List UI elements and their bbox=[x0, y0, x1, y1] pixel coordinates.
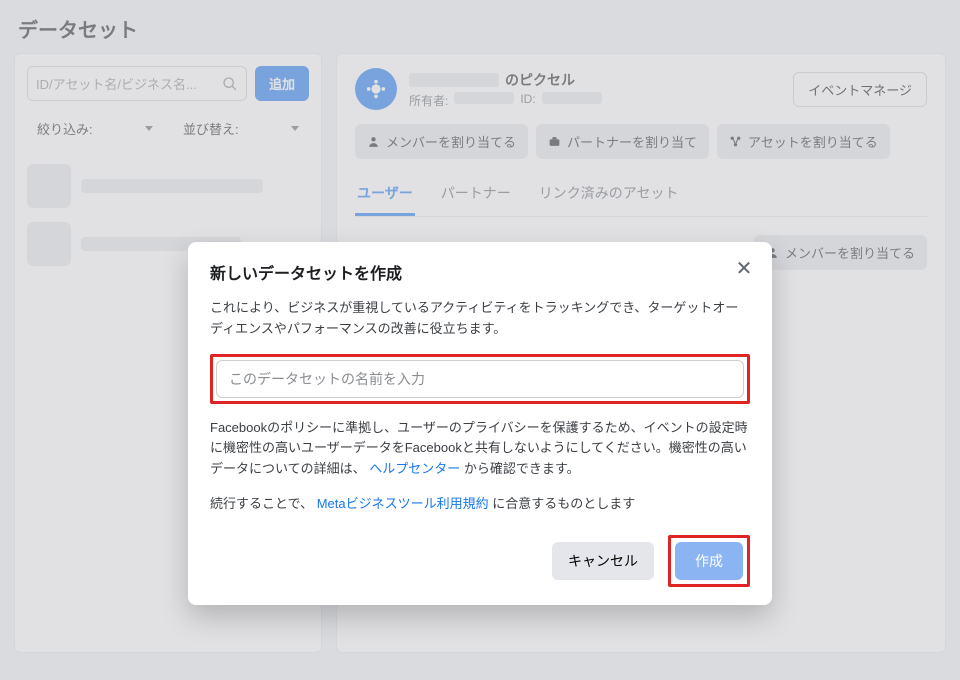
close-icon: ✕ bbox=[736, 256, 753, 281]
help-center-link[interactable]: ヘルプセンター bbox=[369, 461, 460, 476]
modal-consent: 続行することで、 Metaビジネスツール利用規約 に合意するものとします bbox=[210, 494, 750, 515]
modal-actions: キャンセル 作成 bbox=[210, 535, 750, 587]
policy-post: から確認できます。 bbox=[464, 461, 580, 476]
consent-pre: 続行することで、 bbox=[210, 496, 313, 511]
terms-link[interactable]: Metaビジネスツール利用規約 bbox=[317, 496, 489, 511]
close-button[interactable]: ✕ bbox=[732, 256, 756, 280]
cancel-button[interactable]: キャンセル bbox=[552, 542, 654, 580]
modal-intro: これにより、ビジネスが重視しているアクティビティをトラッキングでき、ターゲットオ… bbox=[210, 298, 750, 340]
modal-policy: Facebookのポリシーに準拠し、ユーザーのプライバシーを保護するため、イベン… bbox=[210, 418, 750, 480]
create-highlight: 作成 bbox=[668, 535, 750, 587]
modal-title: 新しいデータセットを作成 bbox=[210, 260, 750, 284]
consent-post: に合意するものとします bbox=[492, 496, 635, 511]
dataset-name-highlight bbox=[210, 354, 750, 404]
dataset-name-input[interactable] bbox=[216, 360, 744, 398]
create-dataset-modal: 新しいデータセットを作成 ✕ これにより、ビジネスが重視しているアクティビティを… bbox=[188, 242, 772, 605]
modal-scrim[interactable]: 新しいデータセットを作成 ✕ これにより、ビジネスが重視しているアクティビティを… bbox=[0, 0, 960, 680]
create-button[interactable]: 作成 bbox=[675, 542, 743, 580]
